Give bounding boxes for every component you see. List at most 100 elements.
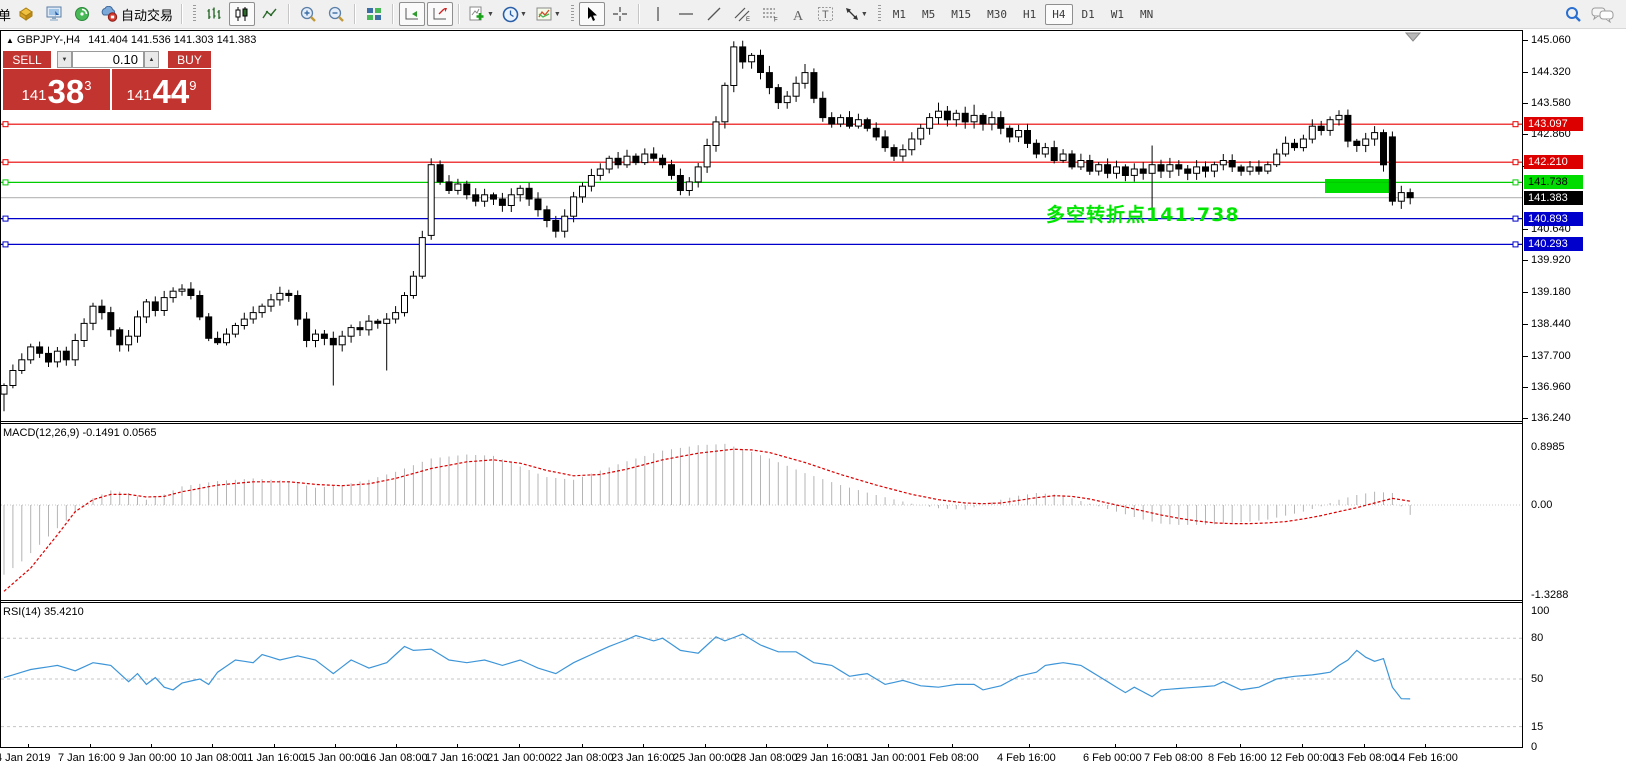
buy-price-button[interactable]: 141 44 9 — [112, 69, 211, 110]
timeframe-button-D1[interactable]: D1 — [1075, 4, 1102, 25]
rsi-label: RSI(14) 35.4210 — [3, 606, 84, 618]
time-tick-label: 1 Feb 08:00 — [920, 752, 979, 764]
terminal-window-icon[interactable] — [41, 2, 67, 26]
vertical-line-tool-icon[interactable] — [645, 2, 671, 26]
time-tick-label: 16 Jan 08:00 — [364, 752, 428, 764]
toolbar-gripper[interactable] — [571, 5, 574, 23]
time-tick-label: 4 Jan 2019 — [0, 752, 50, 764]
timeframe-button-M30[interactable]: M30 — [980, 4, 1014, 25]
chevron-down-icon: ▼ — [520, 11, 527, 18]
chevron-down-icon: ▼ — [487, 11, 494, 18]
volume-input[interactable]: 0.10 — [72, 51, 144, 68]
rsi-axis-label: 50 — [1531, 673, 1543, 685]
buy-button[interactable]: BUY — [168, 51, 211, 68]
time-tick-label: 4 Feb 16:00 — [997, 752, 1056, 764]
timeframe-button-H1[interactable]: H1 — [1016, 4, 1043, 25]
bar-chart-mode-icon[interactable] — [201, 2, 227, 26]
price-tick-mark — [1523, 103, 1528, 104]
periods-menu-button[interactable]: ▼ — [499, 2, 530, 26]
text-tool-icon[interactable]: A — [785, 2, 811, 26]
time-tick-mark — [582, 744, 583, 748]
one-click-trade-panel: SELL ▼ 0.10 ▲ BUY 141 38 3 141 44 9 — [2, 50, 212, 138]
text-label-tool-icon[interactable]: T — [813, 2, 839, 26]
templates-menu-button[interactable]: ▼ — [532, 2, 564, 26]
price-tick-label: 139.180 — [1531, 286, 1571, 298]
time-tick-mark — [212, 744, 213, 748]
fibonacci-tool-icon[interactable]: F — [757, 2, 783, 26]
trendline-tool-icon[interactable] — [701, 2, 727, 26]
sell-price-pips: 38 — [48, 77, 85, 107]
toolbar-gripper[interactable] — [193, 5, 196, 23]
timeframe-button-W1[interactable]: W1 — [1104, 4, 1131, 25]
time-tick-label: 6 Feb 00:00 — [1083, 752, 1142, 764]
time-tick-mark — [1302, 744, 1303, 748]
time-tick-label: 25 Jan 00:00 — [673, 752, 737, 764]
timeframe-button-MN[interactable]: MN — [1133, 4, 1160, 25]
time-tick-mark — [335, 744, 336, 748]
timeframe-button-M15[interactable]: M15 — [944, 4, 978, 25]
market-watch-icon[interactable] — [13, 2, 39, 26]
price-tick-mark — [1523, 134, 1528, 135]
time-tick-mark — [952, 744, 953, 748]
horizontal-line-tool-icon[interactable] — [673, 2, 699, 26]
buy-price-base: 141 — [127, 87, 152, 104]
timeframe-button-M5[interactable]: M5 — [915, 4, 942, 25]
time-tick-mark — [1425, 744, 1426, 748]
price-tick-mark — [1523, 260, 1528, 261]
search-icon[interactable] — [1560, 2, 1586, 26]
zoom-out-icon[interactable] — [323, 2, 349, 26]
price-axis[interactable]: 145.060144.320143.580142.860142.120140.6… — [1523, 30, 1626, 766]
price-tick-mark — [1523, 324, 1528, 325]
time-tick-label: 7 Jan 16:00 — [58, 752, 116, 764]
toolbar: 单 自动交易 — [0, 0, 1626, 29]
toolbar-separator — [354, 4, 356, 24]
time-tick-mark — [888, 744, 889, 748]
time-tick-label: 10 Jan 08:00 — [180, 752, 244, 764]
svg-text:F: F — [774, 18, 778, 23]
time-tick-label: 31 Jan 00:00 — [856, 752, 920, 764]
strategy-tester-icon[interactable] — [69, 2, 95, 26]
arrows-tool-button[interactable]: ▼ — [841, 2, 871, 26]
macd-axis-label: -1.3288 — [1531, 589, 1568, 601]
time-tick-label: 17 Jan 16:00 — [425, 752, 489, 764]
volume-decrease-button[interactable]: ▼ — [57, 51, 72, 68]
indicators-menu-button[interactable]: ▼ — [465, 2, 497, 26]
time-tick-label: 15 Jan 00:00 — [303, 752, 367, 764]
price-tick-mark — [1523, 292, 1528, 293]
candlestick-mode-icon[interactable] — [229, 2, 255, 26]
pivot-annotation[interactable]: 多空转折点141.738 — [1046, 200, 1240, 227]
chart-shift-icon[interactable] — [427, 2, 453, 26]
price-tick-mark — [1523, 418, 1528, 419]
sell-price-button[interactable]: 141 38 3 — [3, 69, 110, 110]
price-tick-label: 138.440 — [1531, 318, 1571, 330]
new-order-partial-label[interactable]: 单 — [0, 5, 12, 24]
cursor-tool-icon[interactable] — [579, 2, 605, 26]
price-tick-label: 136.960 — [1531, 381, 1571, 393]
price-tick-label: 144.320 — [1531, 66, 1571, 78]
crosshair-tool-icon[interactable] — [607, 2, 633, 26]
volume-increase-button[interactable]: ▲ — [144, 51, 159, 68]
chart-canvas[interactable]: ▲GBPJPY-,H4141.404 141.536 141.303 141.3… — [0, 30, 1523, 748]
price-level-label: 140.893 — [1524, 212, 1583, 226]
macd-label: MACD(12,26,9) -0.1491 0.0565 — [3, 427, 156, 439]
line-chart-mode-icon[interactable] — [257, 2, 283, 26]
tile-windows-icon[interactable] — [361, 2, 387, 26]
equidistant-channel-tool-icon[interactable]: E — [729, 2, 755, 26]
time-tick-mark — [705, 744, 706, 748]
price-level-label: 142.210 — [1524, 155, 1583, 169]
price-level-label: 143.097 — [1524, 117, 1583, 131]
auto-trading-button[interactable]: 自动交易 — [97, 2, 176, 26]
toolbar-gripper[interactable] — [878, 5, 881, 23]
time-tick-mark — [1029, 744, 1030, 748]
time-tick-mark — [1176, 744, 1177, 748]
chat-icon[interactable] — [1588, 2, 1618, 26]
rsi-axis-label: 0 — [1531, 741, 1537, 753]
price-tick-mark — [1523, 229, 1528, 230]
collapse-panel-icon[interactable]: ▲ — [6, 36, 14, 45]
time-axis[interactable]: 4 Jan 20197 Jan 16:009 Jan 00:0010 Jan 0… — [0, 748, 1523, 772]
zoom-in-icon[interactable] — [295, 2, 321, 26]
timeframe-button-M1[interactable]: M1 — [886, 4, 913, 25]
auto-scroll-icon[interactable] — [399, 2, 425, 26]
timeframe-button-H4[interactable]: H4 — [1045, 4, 1072, 25]
sell-button[interactable]: SELL — [3, 51, 51, 68]
